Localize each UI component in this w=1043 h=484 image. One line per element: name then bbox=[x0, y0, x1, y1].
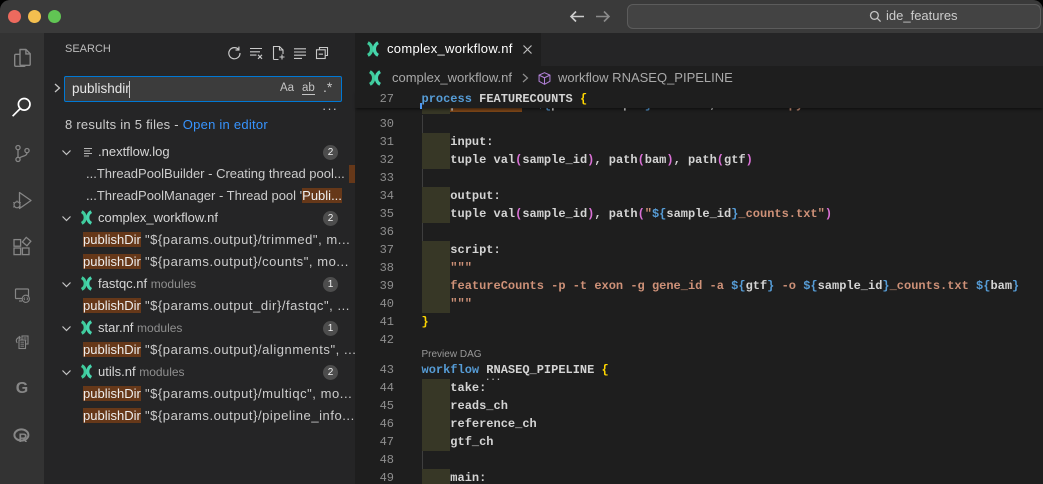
svg-text:R: R bbox=[19, 431, 28, 445]
